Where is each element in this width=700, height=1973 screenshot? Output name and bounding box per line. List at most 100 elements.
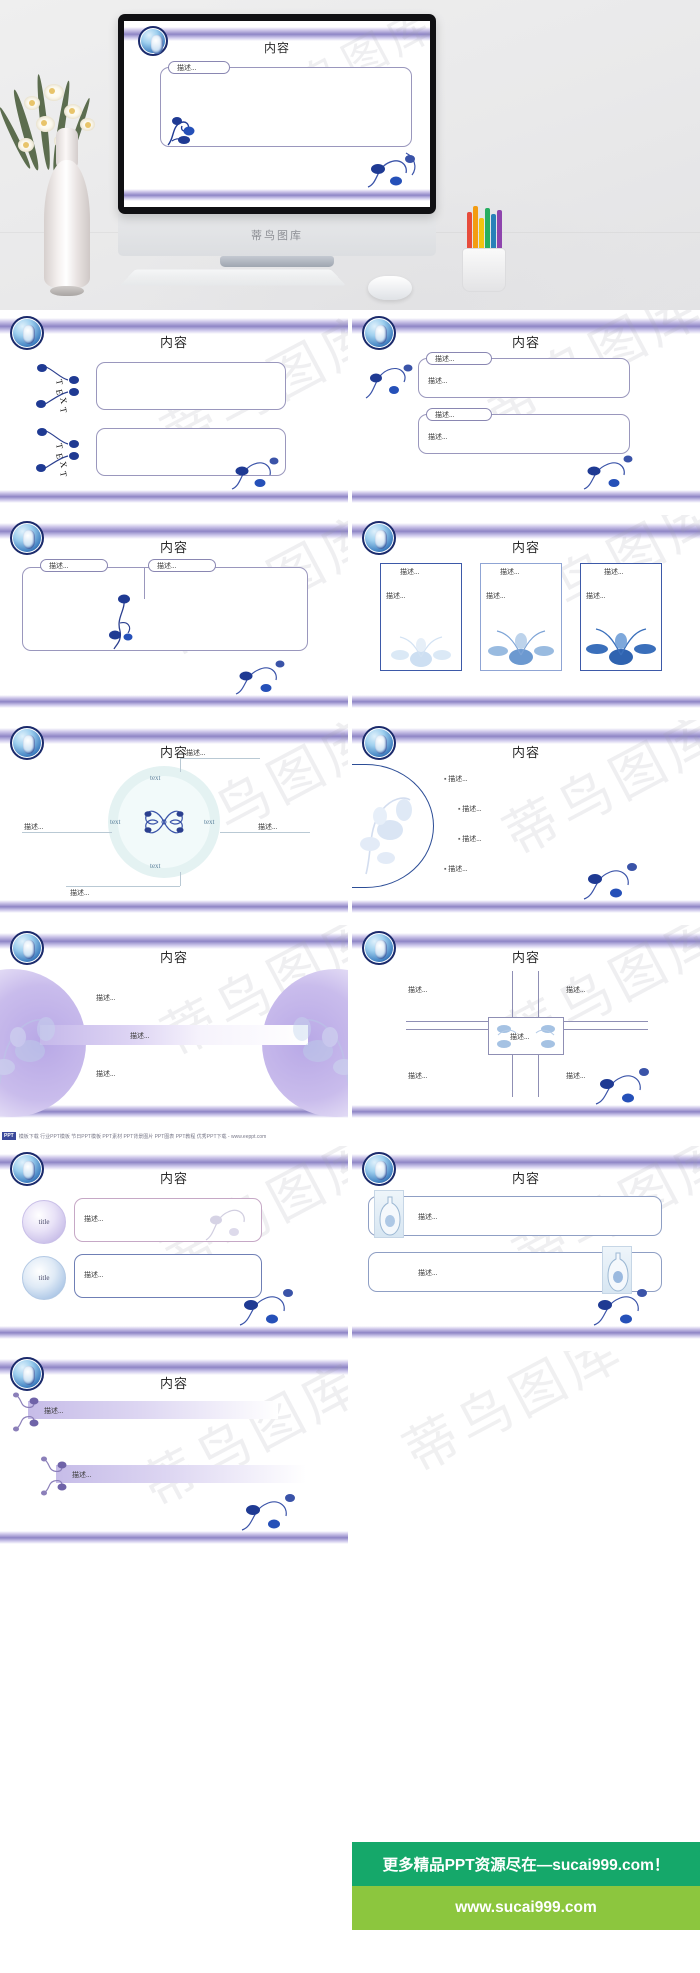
flower-vase	[44, 160, 90, 296]
slide-row-3: 内容 蒂鸟图库 text text text text 描述... 描述... …	[0, 720, 700, 921]
bullet-item: ▪ 描述...	[444, 865, 468, 873]
svg-text:T: T	[58, 470, 69, 478]
svg-text:T: T	[58, 406, 69, 414]
slide-thumbnail-5[interactable]: 内容 蒂鸟图库 text text text text 描述... 描述... …	[0, 720, 348, 921]
node-label: text	[204, 818, 215, 826]
node-label: text	[150, 774, 161, 782]
floral-corner-icon	[583, 863, 637, 900]
slide-row-5: 内容 蒂鸟图库 title 描述... title 描述...	[0, 1146, 700, 1347]
slide-thumbnail-8[interactable]: 内容 蒂鸟图库 描述... 描述... 描述... 描述... 描述...	[352, 925, 700, 1126]
floral-text-branch-icon: T E X T	[36, 364, 79, 414]
slide-botbar	[352, 900, 700, 913]
hero-tag-pill: 描述...	[168, 61, 230, 74]
mouse	[368, 276, 412, 300]
slide-title: 内容	[511, 745, 540, 760]
title-circle: title	[22, 1200, 66, 1244]
floral-corner-icon	[367, 152, 416, 188]
slide-thumbnail-7[interactable]: 内容 蒂鸟图库 描述... 描述... 描述...	[0, 925, 348, 1126]
text-deco: T	[54, 378, 65, 386]
slide-botbar	[0, 695, 348, 708]
title-circle-label: title	[38, 1218, 50, 1226]
venn-label: 描述...	[96, 1070, 116, 1078]
svg-text:X: X	[58, 460, 69, 469]
hero-content-box	[160, 67, 412, 147]
slide-row-6: 内容 蒂鸟图库 描述... 描述... 蒂鸟图库	[0, 1351, 700, 1552]
quadrant-label: 描述...	[566, 1072, 586, 1080]
slide-thumbnail-9[interactable]: 内容 蒂鸟图库 title 描述... title 描述...	[0, 1146, 348, 1347]
floral-corner-icon	[235, 660, 285, 695]
row-panel	[368, 1196, 662, 1236]
slide-thumbnail-4[interactable]: 内容 蒂鸟图库 描述... 描述... 描述... 描述... 描述... 描述…	[352, 515, 700, 716]
card-tag: 描述...	[400, 568, 420, 576]
panel-body: 描述...	[428, 433, 448, 441]
bullet-item: ▪ 描述...	[444, 775, 468, 783]
venn-band	[40, 1025, 308, 1045]
monitor-base	[220, 256, 334, 267]
porcelain-vase-photo-icon	[379, 1196, 401, 1236]
promo-line-1: 更多精品PPT资源尽在—sucai999.com！	[352, 1842, 700, 1886]
callout-label: 描述...	[258, 823, 278, 831]
panel-tag: 描述...	[426, 408, 492, 421]
row-body: 描述...	[418, 1269, 438, 1277]
quadrant-label: 描述...	[408, 986, 428, 994]
venn-label: 描述...	[130, 1032, 150, 1040]
hero-slide-botbar	[124, 189, 430, 201]
slide-title: 内容	[511, 1171, 540, 1186]
callout-label: 描述...	[70, 889, 90, 897]
bullet-item: ▪ 描述...	[458, 805, 482, 813]
slide-thumbnail-3[interactable]: 内容 蒂鸟图库 描述... 描述...	[0, 515, 348, 716]
promo-line-2: www.sucai999.com	[352, 1886, 700, 1930]
quadrant-label: 描述...	[408, 1072, 428, 1080]
slide-title: 内容	[159, 950, 188, 965]
ppt-credit: PPT 模板下载 行业PPT模板 节日PPT模板 PPT素材 PPT背景图片 P…	[0, 1130, 348, 1142]
gradient-bar	[56, 1465, 306, 1483]
pencil-cup	[462, 248, 506, 292]
svg-text:E: E	[54, 452, 65, 460]
slide-title: 内容	[511, 335, 540, 350]
svg-text:X: X	[58, 396, 69, 405]
slide-thumbnail-6[interactable]: 内容 蒂鸟图库 ▪ 描述... ▪ 描述... ▪ 描述... ▪ 描述...	[352, 720, 700, 921]
slide-thumbnail-2[interactable]: 内容 蒂鸟图库 描述... 描述... 描述... 描述...	[352, 310, 700, 511]
row-body: 描述...	[84, 1271, 104, 1279]
content-box	[96, 362, 286, 410]
slide-thumbnail-10[interactable]: 内容 蒂鸟图库 描述... 描述...	[352, 1146, 700, 1347]
pencil-cup-group	[462, 196, 506, 292]
promo-banner[interactable]: 更多精品PPT资源尽在—sucai999.com！ www.sucai999.c…	[352, 1842, 700, 1930]
slide-botbar	[352, 1105, 700, 1118]
slide-title: 内容	[159, 335, 188, 350]
card-body: 描述...	[486, 592, 506, 600]
floral-corner-icon	[241, 1494, 295, 1531]
slide-title: 内容	[511, 950, 540, 965]
watermark: 蒂鸟图库	[394, 1351, 635, 1485]
hero-photo: 蒂鸟图库 内容 蒂鸟图库 描述...	[0, 0, 700, 310]
floral-corner-icon	[583, 455, 633, 490]
title-circle: title	[22, 1256, 66, 1300]
vase-photo	[602, 1246, 632, 1294]
bullet-item: ▪ 描述...	[458, 835, 482, 843]
vase-photo	[374, 1190, 404, 1238]
slide-title: 内容	[511, 540, 540, 555]
title-circle-label: title	[38, 1274, 50, 1282]
card-body: 描述...	[586, 592, 606, 600]
card-tag: 描述...	[604, 568, 624, 576]
slide-botbar	[0, 1531, 348, 1544]
venn-label: 描述...	[96, 994, 116, 1002]
center-label: 描述...	[510, 1033, 530, 1041]
floral-text-branch-icon: T E X T	[36, 428, 79, 478]
row-body: 描述...	[418, 1213, 438, 1221]
slide-thumbnail-11[interactable]: 内容 蒂鸟图库 描述... 描述...	[0, 1351, 348, 1552]
callout-label: 描述...	[186, 749, 206, 757]
column-card	[380, 563, 462, 671]
content-box	[96, 428, 286, 476]
slide-botbar	[0, 1326, 348, 1339]
slide-botbar	[0, 1105, 348, 1118]
monitor-frame: 内容 蒂鸟图库 描述...	[118, 14, 436, 214]
hero-slide-title: 内容	[263, 41, 290, 55]
svg-text:T: T	[54, 442, 65, 450]
gradient-bar	[28, 1401, 278, 1419]
monitor-screen: 内容 蒂鸟图库 描述...	[124, 21, 430, 207]
slide-thumbnail-1[interactable]: 内容 蒂鸟图库 T E X T	[0, 310, 348, 511]
row-body: 描述...	[84, 1215, 104, 1223]
column-card	[480, 563, 562, 671]
slide-title: 内容	[159, 1171, 188, 1186]
